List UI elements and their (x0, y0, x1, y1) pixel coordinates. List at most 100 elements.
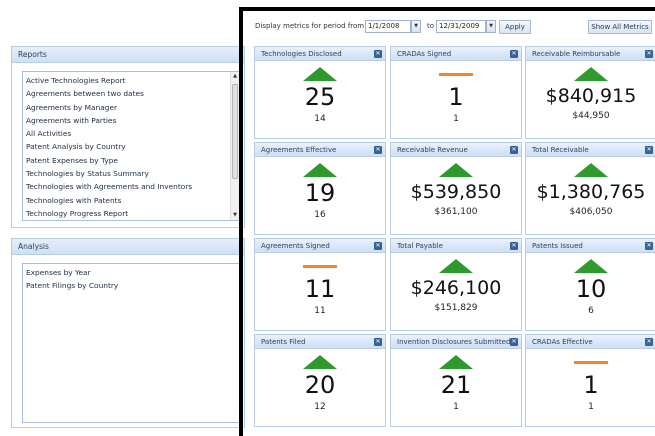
report-list-item[interactable]: Technologies by Status Summary (23, 167, 239, 180)
report-list-item[interactable]: Agreements with Parties (23, 114, 239, 127)
close-icon[interactable]: ✕ (645, 242, 653, 250)
metric-title: Patents Filed (261, 338, 306, 346)
metric-title: Technologies Disclosed (261, 50, 342, 58)
report-list-item[interactable]: Patent Analysis by Country (23, 140, 239, 153)
metric-previous-value: 16 (314, 210, 326, 220)
metric-previous-value: 11 (314, 306, 326, 316)
scroll-down-icon[interactable]: ▼ (231, 211, 239, 220)
metric-previous-value: 6 (588, 306, 594, 316)
analysis-panel: Analysis Expenses by Year Patent Filings … (11, 238, 245, 428)
report-list-item[interactable]: Active Technologies Report (23, 74, 239, 87)
metric-tile[interactable]: Receivable Revenue ✕ $539,850 $361,100 (390, 142, 522, 235)
trend-up-icon (574, 259, 608, 273)
metric-title: Total Receivable (532, 146, 589, 154)
metric-tile-header: Total Payable ✕ (391, 239, 521, 253)
report-list-item[interactable]: Agreements by Manager (23, 101, 239, 114)
metric-value: $840,915 (545, 85, 637, 107)
metric-tile[interactable]: Patents Filed ✕ 20 12 (254, 334, 386, 427)
to-date-dropdown-icon[interactable]: ▼ (486, 20, 496, 33)
close-icon[interactable]: ✕ (510, 50, 518, 58)
close-icon[interactable]: ✕ (374, 50, 382, 58)
metric-tile-header: Patents Filed ✕ (255, 335, 385, 349)
metric-tile[interactable]: Agreements Signed ✕ 11 11 (254, 238, 386, 331)
metric-value: $246,100 (410, 277, 502, 299)
metric-value: 20 (304, 371, 336, 399)
highlight-frame-left (239, 7, 243, 436)
metric-value: 21 (440, 371, 472, 399)
metric-tile-header: Receivable Reimbursable ✕ (526, 47, 655, 61)
trend-up-icon (574, 163, 608, 177)
metric-previous-value: 1 (453, 114, 459, 124)
metric-tile[interactable]: Agreements Effective ✕ 19 16 (254, 142, 386, 235)
metric-tile[interactable]: Invention Disclosures Submitted ✕ 21 1 (390, 334, 522, 427)
metric-tile-header: Invention Disclosures Submitted ✕ (391, 335, 521, 349)
metric-title: Receivable Reimbursable (532, 50, 621, 58)
close-icon[interactable]: ✕ (510, 338, 518, 346)
metric-previous-value: 1 (453, 402, 459, 412)
from-date-dropdown-icon[interactable]: ▼ (411, 20, 421, 33)
analysis-list[interactable]: Expenses by Year Patent Filings by Countr… (22, 263, 240, 423)
reports-scrollbar[interactable]: ▲ ▼ (230, 72, 239, 220)
metric-tile[interactable]: CRADAs Signed ✕ 1 1 (390, 46, 522, 139)
trend-up-icon (303, 163, 337, 177)
period-toolbar: Display metrics for period from 1/1/2008… (250, 20, 655, 34)
metric-title: Agreements Signed (261, 242, 330, 250)
metric-value: 1 (448, 83, 464, 111)
metric-tile-header: Agreements Effective ✕ (255, 143, 385, 157)
highlight-frame-top (239, 7, 655, 11)
metric-tile[interactable]: Patents Issued ✕ 10 6 (525, 238, 655, 331)
metric-previous-value: $44,950 (572, 111, 610, 121)
to-label: to (427, 22, 435, 30)
report-list-item[interactable]: Agreements between two dates (23, 87, 239, 100)
metric-tile[interactable]: Receivable Reimbursable ✕ $840,915 $44,950 (525, 46, 655, 139)
trend-up-icon (574, 67, 608, 81)
report-list-item[interactable]: Technologies with Patents (23, 194, 239, 207)
show-all-metrics-button[interactable]: Show All Metrics (588, 20, 652, 34)
metric-tile[interactable]: CRADAs Effective ✕ 1 1 (525, 334, 655, 427)
close-icon[interactable]: ✕ (645, 50, 653, 58)
metric-value: 25 (304, 83, 336, 111)
to-date-input[interactable]: 12/31/2009 (436, 20, 486, 33)
close-icon[interactable]: ✕ (374, 146, 382, 154)
report-list-item[interactable]: Technologies with Agreements and Invento… (23, 180, 239, 193)
scroll-thumb[interactable] (232, 84, 238, 179)
metric-tile-header: CRADAs Signed ✕ (391, 47, 521, 61)
metric-value: 19 (304, 179, 336, 207)
scroll-up-icon[interactable]: ▲ (231, 72, 239, 81)
metric-tile-header: Patents Issued ✕ (526, 239, 655, 253)
reports-list[interactable]: Active Technologies Report Agreements bet… (22, 71, 240, 221)
metric-previous-value: $406,050 (569, 207, 613, 217)
close-icon[interactable]: ✕ (374, 242, 382, 250)
close-icon[interactable]: ✕ (510, 242, 518, 250)
metric-tile[interactable]: Total Payable ✕ $246,100 $151,829 (390, 238, 522, 331)
trend-up-icon (439, 259, 473, 273)
metric-previous-value: 14 (314, 114, 326, 124)
analysis-list-item[interactable]: Patent Filings by Country (23, 279, 239, 292)
report-list-item[interactable]: Patent Expenses by Type (23, 154, 239, 167)
trend-flat-icon (439, 67, 473, 76)
trend-up-icon (303, 67, 337, 81)
metric-tile-header: Technologies Disclosed ✕ (255, 47, 385, 61)
metric-value: $1,380,765 (536, 181, 646, 203)
from-date-input[interactable]: 1/1/2008 (365, 20, 411, 33)
metric-previous-value: 12 (314, 402, 326, 412)
close-icon[interactable]: ✕ (645, 338, 653, 346)
metric-value: 11 (304, 275, 336, 303)
close-icon[interactable]: ✕ (510, 146, 518, 154)
apply-button[interactable]: Apply (499, 20, 531, 34)
metric-tile[interactable]: Technologies Disclosed ✕ 25 14 (254, 46, 386, 139)
metric-tile[interactable]: Total Receivable ✕ $1,380,765 $406,050 (525, 142, 655, 235)
trend-up-icon (439, 163, 473, 177)
trend-flat-icon (303, 259, 337, 268)
analysis-list-item[interactable]: Expenses by Year (23, 266, 239, 279)
close-icon[interactable]: ✕ (374, 338, 382, 346)
metric-title: Invention Disclosures Submitted (397, 338, 511, 346)
report-list-item[interactable]: All Activities (23, 127, 239, 140)
close-icon[interactable]: ✕ (645, 146, 653, 154)
metric-previous-value: $151,829 (434, 303, 478, 313)
reports-panel-title: Reports (12, 47, 244, 63)
trend-flat-icon (574, 355, 608, 364)
report-list-item[interactable]: Technology Progress Report (23, 207, 239, 220)
metric-title: CRADAs Signed (397, 50, 452, 58)
metric-title: Receivable Revenue (397, 146, 468, 154)
